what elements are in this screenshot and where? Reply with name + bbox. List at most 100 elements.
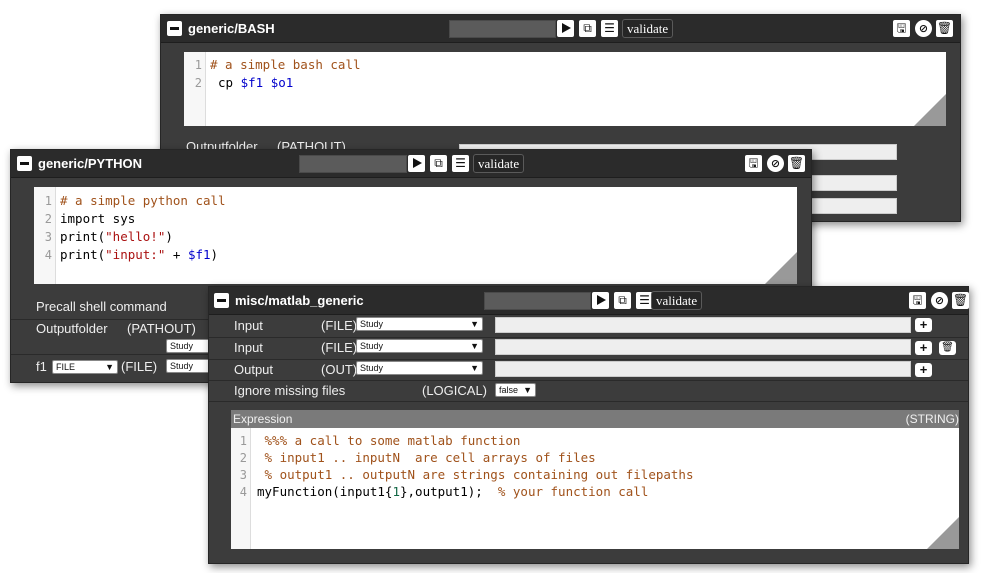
line-number: 2 [194,76,202,90]
chevron-down-icon: ▼ [523,385,532,395]
node-header: generic/BASH ⧉ ☰ validate 🖫 ⊘ 🗑 [161,15,960,43]
trash-icon: 🗑 [788,156,805,170]
line-number: 1 [239,434,247,448]
code-editor[interactable]: 1 2 # a simple bash call cp $f1 $o1 [184,52,946,126]
run-button[interactable] [557,20,574,37]
code-editor[interactable]: 1 2 3 4 %%% a call to some matlab functi… [231,428,959,549]
code-line: # a simple python call [60,193,226,208]
save-button[interactable]: 🖫 [893,20,910,37]
disable-button[interactable]: ⊘ [767,155,784,172]
remove-button[interactable]: 🗑 [939,341,956,355]
copy-button[interactable]: ⧉ [430,155,447,172]
copy-icon: ⧉ [618,293,627,307]
trash-icon: 🗑 [936,21,953,35]
expression-type: (STRING) [905,412,959,426]
row-divider [209,359,968,360]
code-line: cp $f1 $o1 [218,75,294,90]
param-field[interactable] [811,175,897,191]
delete-button[interactable]: 🗑 [788,155,805,172]
copy-icon: ⧉ [583,21,592,35]
code-line: myFunction(input1{1},output1); % your fu… [257,484,649,499]
collapse-button[interactable] [17,156,32,171]
code-line: import sys [60,211,136,226]
code-line: %%% a call to some matlab function [257,433,521,448]
menu-button[interactable]: ☰ [601,20,618,37]
resize-handle[interactable] [765,252,797,284]
param-type: (OUT) [321,362,358,377]
status-bar [299,155,407,173]
resize-handle[interactable] [914,94,946,126]
node-title: misc/matlab_generic [235,293,364,308]
param-label: Ignore missing files [234,383,346,398]
disable-button[interactable]: ⊘ [915,20,932,37]
delete-button[interactable]: 🗑 [936,20,953,37]
collapse-button[interactable] [167,21,182,36]
play-icon [562,23,571,33]
delete-button[interactable]: 🗑 [952,292,969,309]
param-label: Precall shell command [36,299,167,314]
code-line: print("input:" + $f1) [60,247,219,262]
node-title: generic/PYTHON [38,156,143,171]
logical-select[interactable]: false ▼ [495,383,536,397]
node-title: generic/BASH [188,21,275,36]
plus-icon: + [919,340,928,355]
disable-button[interactable]: ⊘ [931,292,948,309]
param-label: Input [234,318,263,333]
line-number: 4 [239,485,247,499]
param-field[interactable] [495,339,911,355]
add-button[interactable]: + [915,341,932,355]
code-line: print("hello!") [60,229,173,244]
param-type: (PATHOUT) [127,321,196,336]
source-select[interactable]: Study ▼ [356,339,483,353]
expression-header: Expression (STRING) [231,410,959,428]
type-select[interactable]: FILE ▼ [52,360,118,374]
param-field[interactable] [495,317,911,333]
plus-icon: + [919,362,928,377]
menu-icon: ☰ [455,156,466,170]
source-select[interactable]: Study [166,339,210,353]
add-button[interactable]: + [915,318,932,332]
param-label: Outputfolder [36,321,108,336]
add-button[interactable]: + [915,363,932,377]
play-icon [597,295,606,305]
menu-button[interactable]: ☰ [452,155,469,172]
copy-button[interactable]: ⧉ [614,292,631,309]
menu-icon: ☰ [604,21,615,35]
save-button[interactable]: 🖫 [909,292,926,309]
disable-icon: ⊘ [770,157,781,170]
resize-handle[interactable] [927,517,959,549]
param-field[interactable] [811,198,897,214]
source-select[interactable]: Study ▼ [356,317,483,331]
param-field[interactable] [495,361,911,377]
node-misc-matlab-generic: misc/matlab_generic ⧉ ☰ validate 🖫 ⊘ 🗑 I… [208,286,969,564]
copy-button[interactable]: ⧉ [579,20,596,37]
disable-icon: ⊘ [918,22,929,35]
param-label: Input [234,340,263,355]
validate-button[interactable]: validate [473,154,525,173]
code-editor[interactable]: 1 2 3 4 # a simple python call import sy… [34,187,797,284]
line-number: 4 [44,248,52,262]
validate-button[interactable]: validate [622,19,674,38]
param-type: (FILE) [321,318,358,333]
line-number: 3 [239,468,247,482]
menu-icon: ☰ [639,293,650,307]
expression-label: Expression [233,412,293,426]
disable-icon: ⊘ [934,294,945,307]
plus-icon: + [919,317,928,332]
validate-button[interactable]: validate [651,291,703,310]
chevron-down-icon: ▼ [470,341,479,351]
source-select[interactable]: Study [166,359,210,373]
status-bar [484,292,591,310]
collapse-button[interactable] [214,293,229,308]
param-type: (FILE) [321,340,358,355]
source-select[interactable]: Study ▼ [356,361,483,375]
line-number: 1 [44,194,52,208]
line-number: 2 [44,212,52,226]
save-button[interactable]: 🖫 [745,155,762,172]
code-line: # a simple bash call [210,57,361,72]
run-button[interactable] [592,292,609,309]
param-type: (FILE) [121,359,158,374]
status-bar [449,20,556,38]
line-number: 1 [194,58,202,72]
run-button[interactable] [408,155,425,172]
